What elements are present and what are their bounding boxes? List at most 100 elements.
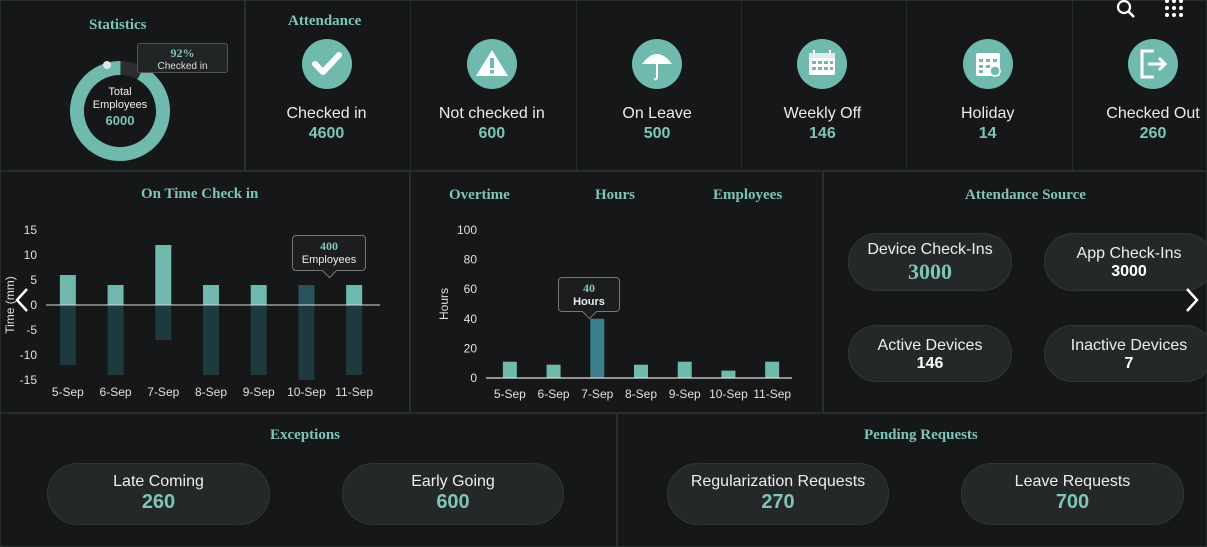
stat-icon-circle [632,39,683,89]
donut-center: Total Employees 6000 [80,86,160,127]
y-tick-label: 10 [24,248,38,262]
y-axis-label: Hours [437,288,451,320]
x-tick-label: 6-Sep [100,385,132,399]
x-tick-label: 8-Sep [625,387,657,401]
attendance-stat-not-checked-in[interactable]: Not checked in 600 [410,0,573,170]
x-tick-label: 9-Sep [669,387,701,401]
regularization-requests-label: Regularization Requests [690,473,866,490]
ontime-tooltip: 400 Employees [292,235,366,271]
bar[interactable] [721,370,736,378]
stat-icon-circle [962,39,1013,89]
inactive-devices-value: 7 [1124,355,1134,372]
tab-hours[interactable]: Hours [595,187,635,204]
percent-value: 92% [170,46,195,60]
bar[interactable] [634,364,648,378]
overtime-tooltip: 40 Hours [558,277,620,312]
inactive-devices-pill[interactable]: Inactive Devices 7 [1044,325,1207,382]
x-tick-label: 11-Sep [335,385,373,399]
check-icon [311,52,342,75]
y-tick-label: 20 [464,341,478,355]
attendance-stat-checked-out[interactable]: Checked Out 260 [1072,0,1207,170]
y-tick-label: -5 [26,323,37,337]
attendance-stat-holiday[interactable]: Holiday 14 [906,0,1069,170]
apps-grid-icon[interactable] [1163,0,1185,20]
bar-positive[interactable] [203,285,219,305]
app-checkins-label: App Check-Ins [1076,245,1182,262]
bar-negative[interactable] [107,305,124,375]
bar-positive[interactable] [155,245,172,305]
late-coming-value: 260 [141,491,176,513]
stat-label: On Leave [622,105,692,122]
device-checkins-pill[interactable]: Device Check-Ins 3000 [848,233,1012,291]
chevron-left-icon[interactable] [12,286,32,314]
x-tick-label: 9-Sep [243,385,275,399]
total-label-2: Employees [92,99,148,111]
stat-label: Checked Out [1106,105,1200,122]
bar-negative[interactable] [298,305,315,380]
x-tick-label: 5-Sep [494,387,526,401]
tab-employees[interactable]: Employees [713,187,782,204]
leave-requests-value: 700 [1055,491,1090,513]
active-devices-pill[interactable]: Active Devices 146 [848,325,1012,382]
y-tick-label: 15 [24,223,38,237]
total-employees-value: 6000 [105,113,135,128]
stat-icon-circle [1128,39,1178,89]
bar-negative[interactable] [59,305,76,365]
bar[interactable] [546,364,561,378]
regularization-requests-pill[interactable]: Regularization Requests 270 [667,463,889,525]
late-coming-pill[interactable]: Late Coming 260 [47,463,270,525]
stat-icon-circle [797,39,848,89]
pending-requests-title: Pending Requests [864,427,978,443]
stat-value: 260 [1139,125,1167,142]
active-devices-label: Active Devices [877,337,983,354]
bar[interactable] [765,361,780,378]
attendance-source-title: Attendance Source [965,187,1086,203]
stat-label: Holiday [961,105,1015,122]
stat-value: 500 [643,125,671,142]
early-going-pill[interactable]: Early Going 600 [342,463,564,525]
x-tick-label: 5-Sep [52,385,84,399]
total-label-1: Total [108,86,132,98]
app-checkins-value: 3000 [1111,263,1147,280]
bar[interactable] [677,361,692,378]
ontime-title: On Time Check in [141,186,259,202]
bar-negative[interactable] [346,305,363,375]
overtime-bar-chart: 100 80 60 40 20 0 Hours 5-Sep 6-Sep 7-Sep 8-Sep 9-S… [437,223,792,401]
search-icon[interactable] [1115,0,1137,21]
y-tick-label: 100 [457,223,477,237]
app-checkins-pill[interactable]: App Check-Ins 3000 [1044,233,1207,291]
chevron-right-icon[interactable] [1182,286,1202,314]
bar-negative[interactable] [203,305,219,375]
holiday-calendar-icon [975,53,1001,77]
bar-positive[interactable] [107,285,124,305]
stat-label: Checked in [286,105,367,122]
ontime-tooltip-label: Employees [301,254,357,266]
stat-value: 600 [478,125,506,142]
ontime-tooltip-value: 400 [320,239,338,253]
stat-divider [410,0,412,171]
bar-negative[interactable] [155,305,172,340]
bar[interactable] [502,361,517,378]
bar-positive[interactable] [59,275,76,305]
y-tick-label: 60 [464,282,478,296]
statistics-panel: Statistics Total Employees 6000 92% Chec… [0,0,245,171]
bar-positive[interactable] [346,285,363,305]
attendance-stat-weekly-off[interactable]: Weekly Off 146 [741,0,904,170]
bar[interactable] [590,318,605,378]
tab-overtime[interactable]: Overtime [449,187,510,204]
attendance-stat-on-leave[interactable]: On Leave 500 [576,0,739,170]
attendance-stat-checked-in[interactable]: Checked in 4600 [245,0,408,170]
stat-divider [1071,0,1073,171]
bar-positive[interactable] [298,285,315,305]
x-tick-label: 11-Sep [753,387,791,401]
exit-icon [1140,49,1168,79]
leave-requests-pill[interactable]: Leave Requests 700 [961,463,1184,525]
overtime-tooltip-value: 40 [583,281,595,295]
bar-positive[interactable] [250,285,267,305]
bar-negative[interactable] [250,305,267,375]
umbrella-icon [642,54,673,81]
donut-gap-marker [103,61,111,69]
x-tick-label: 7-Sep [147,385,179,399]
stat-divider [740,0,742,171]
y-tick-label: 80 [464,253,478,267]
